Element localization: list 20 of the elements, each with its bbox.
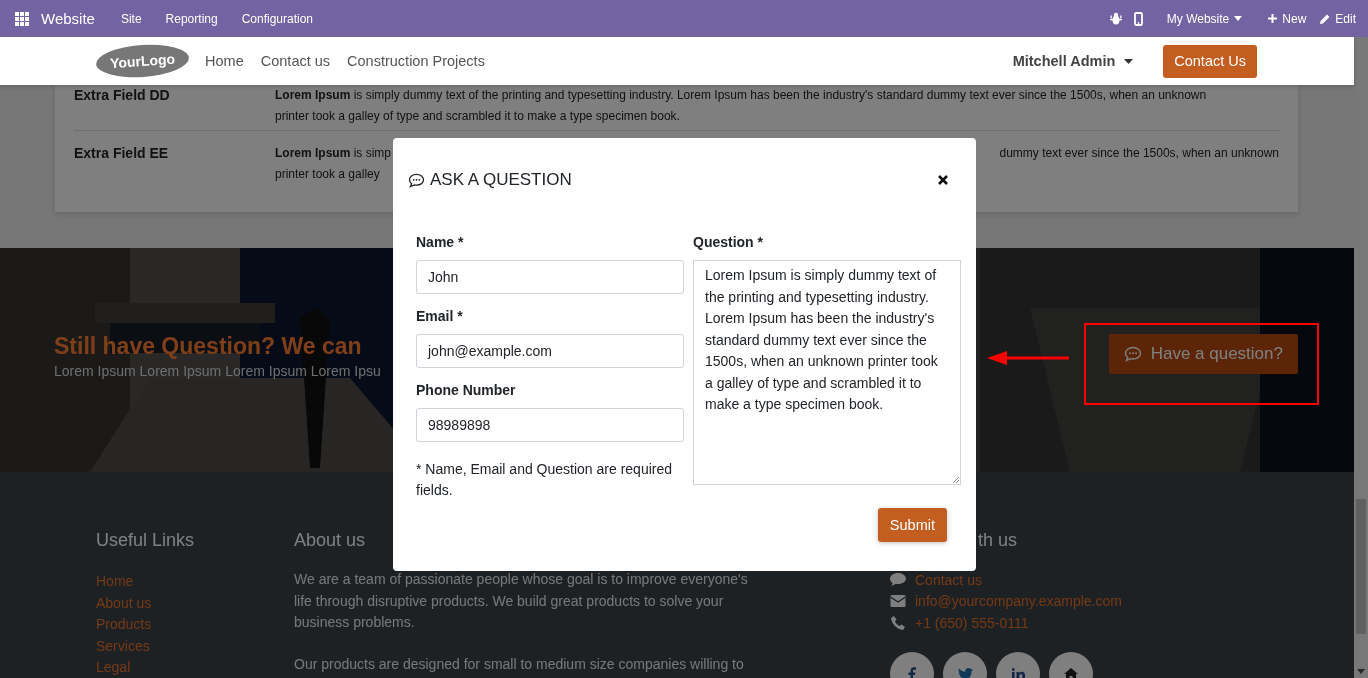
field-text: Lorem Ipsum is simply dummy text of the printing and typesetting industry. Lorem Ipsum has been the industry's standard dummy text ever since the 1500s, when an unknown bbox=[275, 87, 1207, 104]
banner-text: Lorem Ipsum Lorem Ipsum Lorem Ipsum Lorem Ipsu bbox=[54, 363, 381, 379]
footer-heading: About us bbox=[294, 530, 367, 551]
about-paragraph: We are a team of passionate people whose goal is to improve everyone's life through disruptive products. We build great products to solve your business problems. bbox=[294, 570, 749, 632]
field-label: Name * bbox=[416, 234, 465, 250]
footer-heading: th us bbox=[977, 530, 1019, 551]
field-label: Phone Number bbox=[416, 382, 517, 398]
field-label: Email * bbox=[416, 308, 464, 324]
required-note: * Name, Email and Question are required fields. bbox=[416, 460, 674, 500]
banner-title: Still have Question? We can bbox=[54, 333, 363, 360]
field-label: Extra Field DD bbox=[74, 86, 171, 105]
field-text: Lorem Ipsum is simp bbox=[275, 145, 392, 162]
dialog-title: ASK A QUESTION bbox=[430, 170, 572, 190]
field-text: dummy text ever since the 1500s, when an unknown bbox=[999, 145, 1279, 162]
field-label: Question * bbox=[693, 234, 764, 250]
footer-heading: Useful Links bbox=[96, 530, 196, 551]
field-text: printer took a galley bbox=[275, 166, 380, 183]
field-label: Extra Field EE bbox=[74, 144, 170, 163]
about-paragraph: Our products are designed for small to medium size companies willing to bbox=[294, 654, 745, 674]
field-text: printer took a galley of type and scrambled it to make a type specimen book. bbox=[275, 108, 680, 125]
